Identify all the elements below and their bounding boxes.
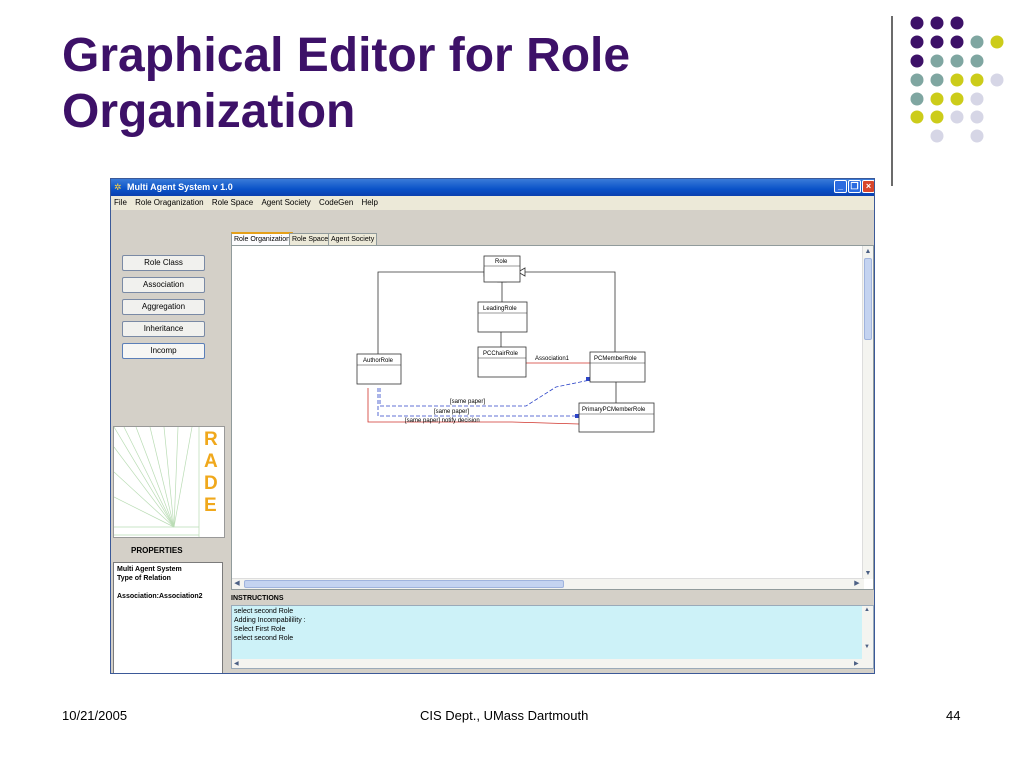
canvas-vertical-scrollbar[interactable]: ▲ ▼	[862, 246, 873, 579]
menu-help[interactable]: Help	[362, 198, 378, 207]
menu-role-space[interactable]: Role Space	[212, 198, 253, 207]
app-icon: ✲	[114, 182, 122, 192]
association1-label: Association1	[535, 356, 570, 362]
left-panel: Role Class Association Aggregation Inher…	[111, 210, 227, 673]
instruction-line: Adding Incompabilility :	[234, 617, 306, 624]
dots-teal	[910, 35, 984, 106]
properties-line: Association:Association2	[117, 593, 203, 600]
pcmember-role-label: PCMemberRole	[594, 356, 637, 362]
slide-title-line-1: Graphical Editor for Role	[62, 29, 631, 82]
scroll-down-icon[interactable]: ▼	[864, 644, 870, 650]
association-button[interactable]: Association	[122, 277, 205, 293]
rade-letter-e: E	[204, 495, 217, 516]
pcchair-role-label: PCChairRole	[483, 351, 519, 357]
notify-line-b	[511, 421, 580, 425]
scroll-left-icon[interactable]: ◀	[234, 660, 239, 667]
scroll-up-icon[interactable]: ▲	[863, 246, 873, 257]
instruction-line: select second Role	[234, 635, 294, 642]
notify-line-a	[367, 388, 512, 423]
author-to-role-line	[377, 271, 484, 354]
diagram-canvas[interactable]: Role LeadingRole PCChairRole AuthorRole …	[231, 245, 874, 590]
role-label: Role	[495, 259, 508, 265]
scroll-right-icon[interactable]: ▶	[854, 660, 859, 667]
hscroll-thumb[interactable]	[244, 580, 564, 588]
scroll-down-icon[interactable]: ▼	[863, 568, 873, 579]
same-paper-label-2: [same paper]	[434, 409, 469, 415]
app-window: ✲ Multi Agent System v 1.0 _ ❐ × File Ro…	[110, 178, 875, 674]
dots-lavender	[930, 73, 1004, 143]
slide-title: Graphical Editor for Role Organization	[62, 28, 842, 140]
menu-agent-society[interactable]: Agent Society	[261, 198, 310, 207]
leading-role-label: LeadingRole	[483, 306, 517, 312]
close-icon[interactable]: ×	[862, 180, 874, 193]
instruction-line: Select First Role	[234, 626, 286, 633]
instructions-title: INSTRUCTIONS	[231, 595, 284, 602]
primary-role-label: PrimaryPCMemberRole	[582, 407, 646, 413]
incomp-marker-1	[586, 377, 590, 381]
incomp-marker-2	[575, 414, 579, 418]
window-titlebar[interactable]: ✲ Multi Agent System v 1.0 _ ❐ ×	[111, 179, 874, 196]
footer-date: 10/21/2005	[62, 708, 128, 723]
rade-letter-d: D	[204, 473, 218, 494]
scroll-up-icon[interactable]: ▲	[864, 607, 870, 613]
menu-bar: File Role Oraganization Role Space Agent…	[111, 196, 874, 210]
instruction-line: select second Role	[234, 608, 294, 615]
pcmember-to-role-line	[525, 271, 616, 355]
rade-letter-a: A	[204, 451, 218, 472]
footer-center: CIS Dept., UMass Dartmouth	[420, 708, 589, 723]
notify-decision-label: [same paper] notify decision	[405, 418, 480, 424]
author-role-label: AuthorRole	[363, 358, 394, 364]
restore-icon[interactable]: ❐	[848, 180, 861, 193]
scroll-right-icon[interactable]: ▶	[852, 579, 862, 589]
aggregation-button[interactable]: Aggregation	[122, 299, 205, 315]
scroll-left-icon[interactable]: ◀	[232, 579, 242, 589]
instructions-box[interactable]: select second Role Adding Incompabililit…	[231, 605, 874, 669]
dots-yellow	[910, 35, 1004, 124]
canvas-horizontal-scrollbar[interactable]: ◀ ▶	[232, 578, 864, 589]
decorative-divider	[891, 16, 893, 186]
slide-title-line-2: Organization	[62, 85, 356, 138]
properties-line: Multi Agent System	[117, 566, 182, 573]
properties-title: PROPERTIES	[131, 546, 183, 555]
properties-line	[117, 583, 219, 592]
tab-role-organization[interactable]: Role Organization	[231, 232, 294, 246]
menu-role-organization[interactable]: Role Oraganization	[135, 198, 203, 207]
scroll-thumb[interactable]	[864, 258, 872, 340]
properties-box[interactable]: Multi Agent System Type of Relation Asso…	[113, 562, 223, 673]
minimize-icon[interactable]: _	[834, 180, 847, 193]
dots-purple	[910, 16, 964, 68]
same-paper-label-1: [same paper]	[450, 399, 485, 405]
rade-logo: R A D E	[113, 426, 225, 538]
role-diagram: Role LeadingRole PCChairRole AuthorRole …	[356, 255, 655, 433]
menu-codegen[interactable]: CodeGen	[319, 198, 353, 207]
incomp-button[interactable]: Incomp	[122, 343, 205, 359]
menu-file[interactable]: File	[114, 198, 127, 207]
role-class-button[interactable]: Role Class	[122, 255, 205, 271]
instructions-horizontal-scrollbar[interactable]: ◀ ▶	[232, 659, 864, 668]
inheritance-button[interactable]: Inheritance	[122, 321, 205, 337]
rade-letter-r: R	[204, 429, 218, 450]
footer-page-number: 44	[946, 708, 961, 723]
window-title: Multi Agent System v 1.0	[127, 182, 233, 192]
properties-line: Type of Relation	[117, 575, 171, 582]
